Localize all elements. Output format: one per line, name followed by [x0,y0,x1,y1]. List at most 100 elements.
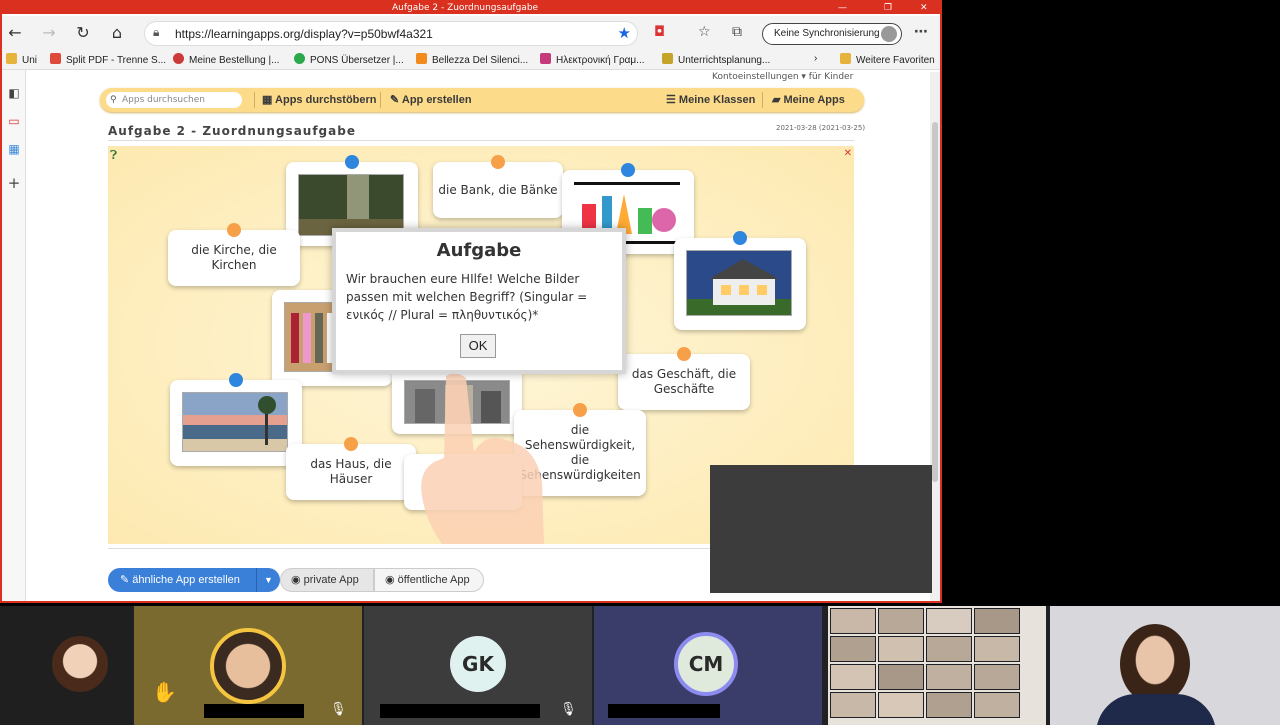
participant-tile[interactable] [0,606,132,725]
sidebar-notes-icon[interactable]: ◧ [6,86,22,102]
address-bar[interactable]: 🔒︎ https://learningapps.org/display?v=p5… [144,21,638,46]
sidebar-app-icon[interactable]: ▭ [6,114,22,130]
bookmark-bellezza[interactable]: Bellezza Del Silenci... [416,53,528,66]
bookmark-uni[interactable]: Uni [6,53,37,66]
browser-toolbar: ← → ↻ ⌂ 🔒︎ https://learningapps.org/disp… [2,16,940,50]
window-titlebar: Aufgabe 2 - Zuordnungsaufgabe — ❐ ✕ [2,2,940,14]
meeting-participants-strip: ✋ 🎙︎ GK 🎙︎ CM [0,606,1280,725]
sidebar-add-icon[interactable]: + [6,174,22,192]
bookmark-unterricht[interactable]: Unterrichtsplanung... [662,53,770,66]
more-menu-icon[interactable]: ⋯ [914,24,928,40]
card-bank[interactable]: die Bank, die Bänke [433,155,563,218]
participant-grid-tile[interactable] [828,606,1046,725]
nav-divider [762,92,763,108]
bellezza-icon [416,53,427,64]
grid-video-cell [878,664,924,690]
grid-video-cell [830,608,876,634]
participant-tile-gk[interactable]: GK 🎙︎ [364,606,592,725]
participant-name-redacted [204,704,304,718]
card-geschaeft[interactable]: das Geschäft, die Geschäfte [618,347,750,410]
grid-icon: ▦ [262,94,276,106]
favorites-icon[interactable]: ☆ [698,24,711,40]
participant-name-redacted [608,704,720,718]
extension-icon[interactable]: ◘ [654,24,665,40]
mic-muted-icon: 🎙︎ [330,702,347,717]
sync-button[interactable]: Keine Synchronisierung [762,23,902,45]
bookmark-grammar[interactable]: Ηλεκτρονική Γραμ... [540,53,645,66]
close-button[interactable]: ✕ [920,2,928,14]
sync-label: Keine Synchronisierung [774,28,880,39]
help-icon[interactable]: ❓︎ [110,148,117,163]
nav-divider [380,92,381,108]
browser-window: Aufgabe 2 - Zuordnungsaufgabe — ❐ ✕ ← → … [0,0,942,603]
card-beach-image[interactable] [170,373,302,466]
profile-avatar [881,26,897,42]
app-title: Aufgabe 2 - Zuordnungsaufgabe [108,124,356,138]
participant-video-face [52,636,108,692]
beach-image [182,392,288,452]
search-input[interactable]: ⚲ Apps durchsuchen [106,92,242,108]
grid-video-cell [974,608,1020,634]
bookmark-bestellung[interactable]: Meine Bestellung |... [173,53,279,66]
bookmark-split-pdf[interactable]: Split PDF - Trenne S... [50,53,166,66]
home-icon[interactable]: ⌂ [106,22,128,44]
card-house-image[interactable] [674,231,806,330]
grid-video-cell [926,664,972,690]
forest-image [298,174,404,236]
collections-icon[interactable]: ⧉ [732,24,742,40]
pin-orange [677,347,691,361]
ok-button[interactable]: OK [460,334,496,358]
nav-browse-apps[interactable]: ▦ Apps durchstöbern [262,93,377,106]
participant-tile-raised-hand[interactable]: ✋ 🎙︎ [134,606,362,725]
grid-video-cell [830,636,876,662]
url-text: https://learningapps.org/display?v=p50bw… [175,27,433,41]
pin-orange [344,437,358,451]
pin-blue [229,373,243,387]
grid-video-cell [830,664,876,690]
scrollbar-thumb[interactable] [932,122,938,482]
participant-initials: GK [450,636,506,692]
maximize-button[interactable]: ❐ [884,2,892,14]
teacher-video-tile[interactable] [1050,606,1280,725]
similar-app-button[interactable]: ✎ ähnliche App erstellen ▼ [108,568,280,592]
dialog-title: Aufgabe [436,240,522,261]
grammar-icon [540,53,551,64]
edge-sidebar: ◧ ▭ ▦ + [2,70,26,601]
eye-icon: ◉ [291,574,304,586]
account-settings-link[interactable]: Kontoeinstellungen ▾ für Kinder [712,72,853,82]
grid-video-cell [974,692,1020,718]
sidebar-tool-icon[interactable]: ▦ [6,142,22,158]
mic-muted-icon: 🎙︎ [560,702,577,717]
participant-tile-cm[interactable]: CM [594,606,822,725]
grid-video-cell [878,692,924,718]
fullscreen-icon[interactable]: ✕ [844,148,852,159]
folder-icon [840,53,851,64]
dropdown-caret-icon[interactable]: ▼ [256,568,280,592]
card-haus[interactable]: das Haus, die Häuser [286,437,416,500]
favorite-star-icon[interactable]: ★ [618,24,631,42]
pin-blue [733,231,747,245]
forward-icon[interactable]: → [38,22,60,44]
split-pdf-icon [50,53,61,64]
screen: Aufgabe 2 - Zuordnungsaufgabe — ❐ ✕ ← → … [0,0,1280,725]
grid-video-cell [878,608,924,634]
grid-video-cell [974,664,1020,690]
nav-my-classes[interactable]: ☰ Meine Klassen [666,93,755,106]
bookmark-pons[interactable]: PONS Übersetzer |... [294,53,404,66]
participant-video-face [1120,624,1190,704]
pointer-hand-icon [421,373,544,544]
folder-icon: ▰ [772,94,784,106]
nav-my-apps[interactable]: ▰ Meine Apps [772,93,845,106]
participant-video-face [210,628,286,704]
public-app-button[interactable]: ◉ öffentliche App [374,568,484,592]
participant-name-redacted [380,704,540,718]
reload-icon[interactable]: ↻ [72,22,94,44]
private-app-button[interactable]: ◉ private App [280,568,374,592]
nav-create-app[interactable]: ✎ App erstellen [390,93,472,106]
card-kirche[interactable]: die Kirche, die Kirchen [168,223,300,286]
minimize-button[interactable]: — [838,2,847,14]
pin-orange [227,223,241,237]
bookmarks-overflow-chevron-icon[interactable]: › [814,53,817,64]
bookmark-weitere-favoriten[interactable]: Weitere Favoriten [840,53,935,66]
back-icon[interactable]: ← [4,22,26,44]
